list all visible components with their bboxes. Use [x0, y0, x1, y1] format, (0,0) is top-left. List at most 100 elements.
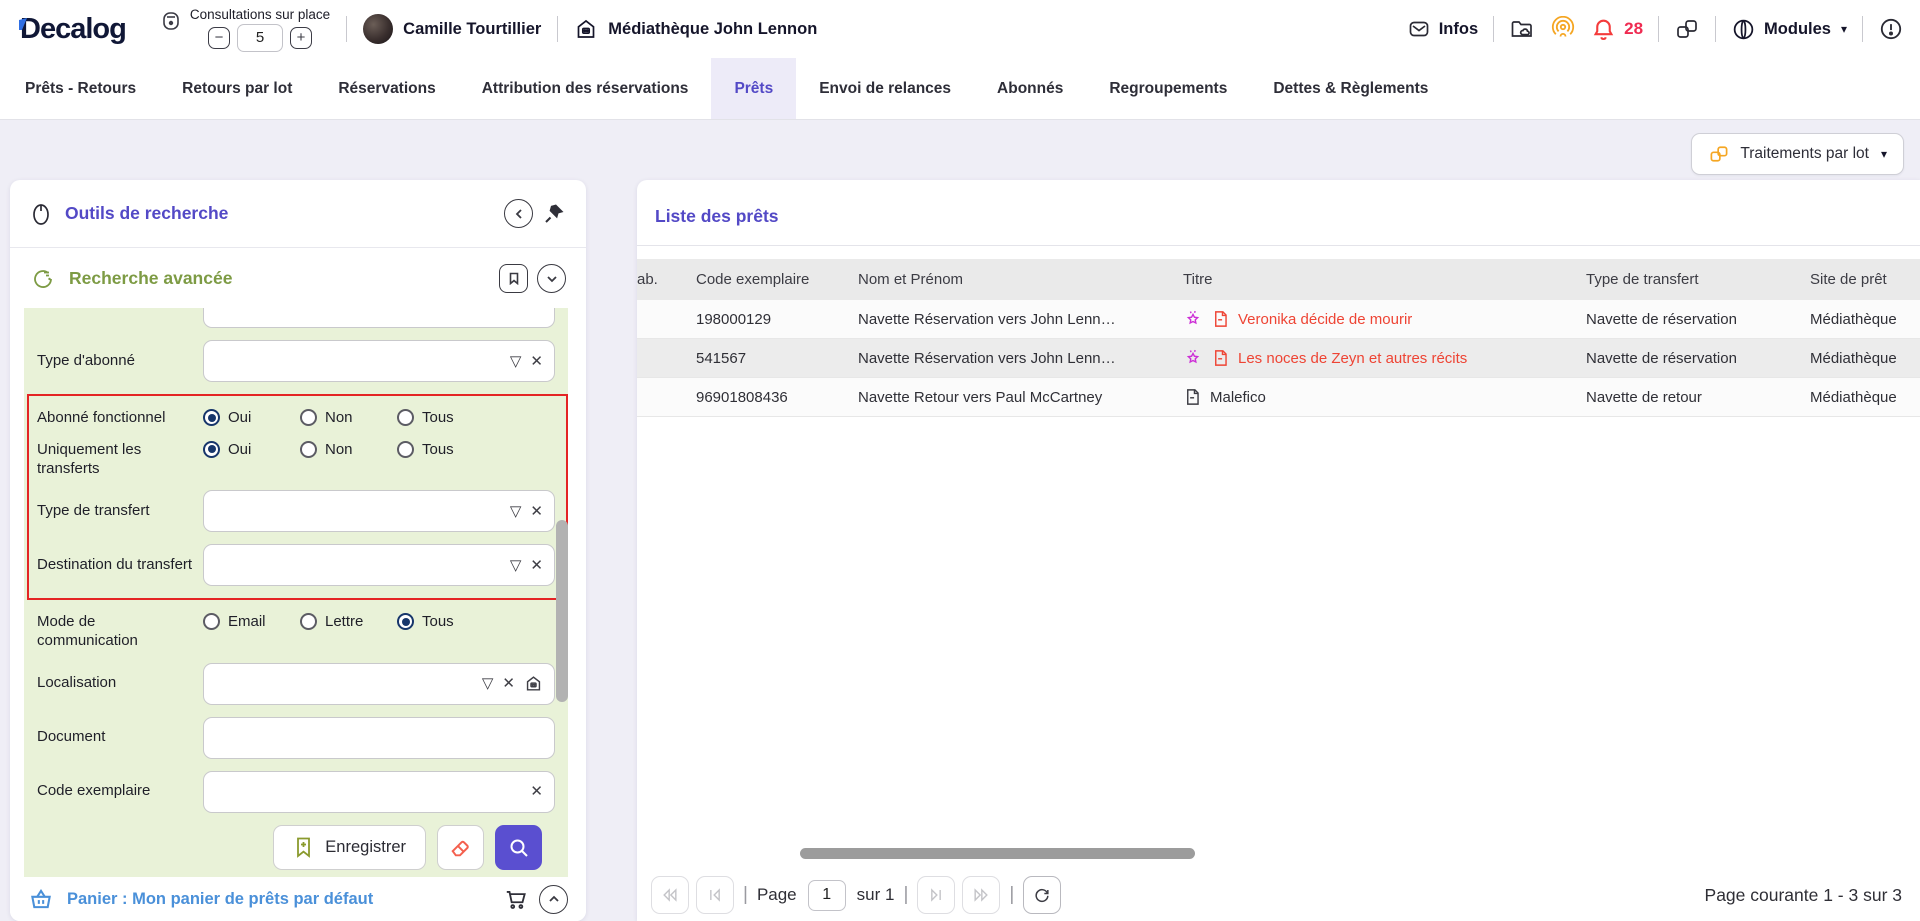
subscriber-type-input[interactable]: ▽ ✕ [203, 340, 555, 382]
radio-option-oui[interactable]: Oui [203, 441, 300, 458]
new-item-star-icon [1183, 309, 1203, 329]
clear-icon[interactable]: ✕ [530, 558, 543, 573]
filter-funnel-icon[interactable]: ▽ [482, 676, 494, 691]
radio-unselected[interactable] [397, 409, 414, 426]
infos-button[interactable]: Infos [1407, 17, 1478, 41]
vertical-scrollbar-thumb[interactable] [556, 520, 568, 702]
column-header[interactable]: ab. [637, 271, 696, 288]
horizontal-scrollbar-thumb[interactable] [800, 848, 1195, 859]
cell-title: Malefico [1183, 387, 1586, 407]
table-row[interactable]: 541567 Navette Réservation vers John Len… [637, 339, 1920, 378]
clear-icon[interactable]: ✕ [530, 784, 543, 799]
collapse-panel-button[interactable] [504, 199, 533, 228]
library-building-icon[interactable] [524, 674, 543, 693]
first-page-icon [705, 886, 725, 904]
tab-attribution-des-r-servations[interactable]: Attribution des réservations [459, 58, 712, 119]
pagination-bar: | Page sur 1 | | Page courante 1 - 3 sur… [651, 874, 1902, 916]
cell-item-code: 96901808436 [696, 389, 858, 406]
app-logo[interactable]: Decalog [16, 13, 126, 46]
last-page-icon [926, 886, 946, 904]
column-header[interactable]: Nom et Prénom [858, 271, 1183, 288]
fast-backward-button[interactable] [651, 876, 689, 914]
clear-icon[interactable]: ✕ [530, 354, 543, 369]
cart-icon[interactable] [503, 886, 529, 912]
item-code-input[interactable]: ✕ [203, 771, 555, 813]
clear-form-button[interactable] [437, 825, 484, 870]
divider: | [1009, 884, 1014, 906]
radio-option-tous[interactable]: Tous [397, 613, 494, 630]
title-text[interactable]: Malefico [1210, 389, 1266, 406]
collapse-basket-button[interactable] [539, 885, 568, 914]
site-selector[interactable]: Médiathèque John Lennon [574, 17, 817, 41]
column-header[interactable]: Code exemplaire [696, 271, 858, 288]
radio-unselected[interactable] [300, 441, 317, 458]
table-row[interactable]: 96901808436 Navette Retour vers Paul McC… [637, 378, 1920, 417]
clear-icon[interactable]: ✕ [502, 676, 515, 691]
radio-option-tous[interactable]: Tous [397, 441, 494, 458]
basket-section-header[interactable]: Panier : Mon panier de prêts par défaut [10, 877, 586, 921]
help-button[interactable] [1878, 16, 1904, 42]
column-header[interactable]: Titre [1183, 271, 1586, 288]
increment-button[interactable]: + [290, 27, 312, 49]
decrement-button[interactable]: − [208, 27, 230, 49]
tab-retours-par-lot[interactable]: Retours par lot [159, 58, 315, 119]
document-icon [1211, 348, 1230, 368]
title-text[interactable]: Veronika décide de mourir [1238, 311, 1412, 328]
clipped-input[interactable] [203, 308, 555, 328]
tab-r-servations[interactable]: Réservations [315, 58, 458, 119]
notifications-button[interactable]: 28 [1591, 17, 1643, 42]
user-menu[interactable]: Camille Tourtillier [363, 14, 541, 44]
tab-envoi-de-relances[interactable]: Envoi de relances [796, 58, 974, 119]
bookmark-plus-icon [293, 836, 314, 859]
document-input[interactable] [203, 717, 555, 759]
radio-unselected[interactable] [397, 441, 414, 458]
tab-regroupements[interactable]: Regroupements [1086, 58, 1250, 119]
transfer-type-input[interactable]: ▽ ✕ [203, 490, 555, 532]
tab-pr-ts-retours[interactable]: Prêts - Retours [2, 58, 159, 119]
page-number-input[interactable] [808, 880, 846, 911]
broadcast-button[interactable] [1550, 16, 1576, 42]
save-search-button[interactable]: Enregistrer [273, 825, 426, 870]
tab-dettes-r-glements[interactable]: Dettes & Règlements [1250, 58, 1451, 119]
filter-funnel-icon[interactable]: ▽ [510, 558, 522, 573]
column-header[interactable]: Site de prêt [1810, 271, 1920, 288]
run-search-button[interactable] [495, 825, 542, 870]
location-input[interactable]: ▽ ✕ [203, 663, 555, 705]
refresh-button[interactable] [1023, 876, 1061, 914]
filter-funnel-icon[interactable]: ▽ [510, 354, 522, 369]
radio-option-non[interactable]: Non [300, 441, 397, 458]
radio-option-oui[interactable]: Oui [203, 409, 300, 426]
modules-menu-button[interactable]: Modules ▾ [1731, 17, 1847, 42]
transfer-destination-input[interactable]: ▽ ✕ [203, 544, 555, 586]
clear-icon[interactable]: ✕ [530, 504, 543, 519]
pin-icon[interactable] [542, 202, 566, 226]
radio-unselected[interactable] [300, 613, 317, 630]
divider [1493, 16, 1494, 42]
radio-selected[interactable] [397, 613, 414, 630]
radio-option-non[interactable]: Non [300, 409, 397, 426]
tab-pr-ts[interactable]: Prêts [711, 58, 796, 119]
table-row[interactable]: 198000129 Navette Réservation vers John … [637, 300, 1920, 339]
consultations-count-input[interactable] [237, 24, 283, 52]
last-page-button[interactable] [917, 876, 955, 914]
radio-unselected[interactable] [300, 409, 317, 426]
documents-button[interactable] [1509, 17, 1535, 41]
radio-row-transfers-only: Uniquement les transferts Oui Non Tous [37, 441, 555, 479]
title-text[interactable]: Les noces de Zeyn et autres récits [1238, 350, 1467, 367]
fast-forward-button[interactable] [962, 876, 1000, 914]
radio-selected[interactable] [203, 409, 220, 426]
tab-abonn-s[interactable]: Abonnés [974, 58, 1086, 119]
save-search-button[interactable] [499, 264, 528, 293]
links-button[interactable] [1674, 16, 1700, 42]
filter-funnel-icon[interactable]: ▽ [510, 504, 522, 519]
radio-option-email[interactable]: Email [203, 613, 300, 630]
field-row-transfer-type: Type de transfert ▽ ✕ [37, 490, 555, 532]
column-header[interactable]: Type de transfert [1586, 271, 1810, 288]
radio-selected[interactable] [203, 441, 220, 458]
radio-unselected[interactable] [203, 613, 220, 630]
radio-option-tous[interactable]: Tous [397, 409, 494, 426]
radio-option-lettre[interactable]: Lettre [300, 613, 397, 630]
first-page-button[interactable] [696, 876, 734, 914]
collapse-section-button[interactable] [537, 264, 566, 293]
batch-processing-button[interactable]: Traitements par lot ▾ [1691, 133, 1904, 175]
